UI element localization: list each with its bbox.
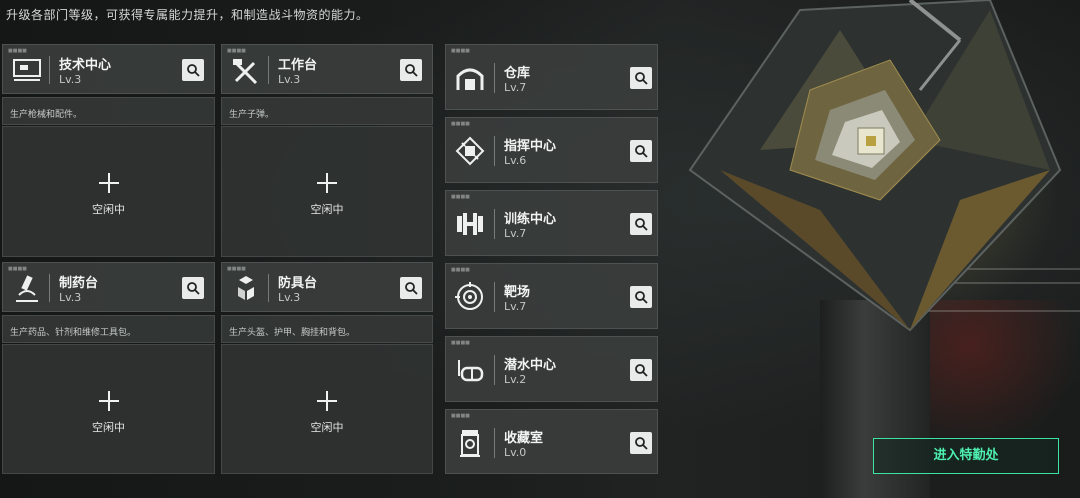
tools-icon [233, 59, 258, 85]
slot-status: 空闲中 [310, 203, 344, 216]
warehouse-icon [456, 68, 484, 90]
facility-name: 潜水中心 [504, 358, 557, 373]
corner-tag: ■■■■ [8, 266, 27, 272]
boxes-icon [238, 276, 254, 300]
corner-tag: ■■■■ [451, 413, 470, 419]
search-icon[interactable] [630, 359, 652, 381]
facility-card-warehouse[interactable]: ■■■■ 仓库 Lv.7 [445, 44, 658, 110]
facility-name: 训练中心 [504, 212, 557, 227]
workshop-level: Lv.3 [59, 73, 82, 86]
facility-level: Lv.7 [504, 81, 527, 94]
workshop-card-pharmacy[interactable]: ■■■■ 制药台 Lv.3 [2, 262, 215, 312]
facility-card-shooting-range[interactable]: ■■■■ 靶场 Lv.7 [445, 263, 658, 329]
search-icon[interactable] [400, 59, 422, 81]
production-slot[interactable]: 空闲中 [2, 344, 215, 474]
corner-tag: ■■■■ [451, 121, 470, 127]
plus-icon [317, 173, 337, 193]
facility-card-command-center[interactable]: ■■■■ 指挥中心 Lv.6 [445, 117, 658, 183]
search-icon[interactable] [630, 432, 652, 454]
facility-level: Lv.0 [504, 446, 527, 459]
facility-level: Lv.6 [504, 154, 527, 167]
search-icon[interactable] [630, 140, 652, 162]
workshop-description: 生产药品、针剂和维修工具包。 [2, 315, 215, 343]
collection-icon [460, 430, 480, 457]
cube-artwork [688, 0, 1062, 332]
corner-tag: ■■■■ [227, 48, 246, 54]
corner-tag: ■■■■ [451, 267, 470, 273]
plus-icon [98, 391, 119, 411]
facility-level: Lv.2 [504, 373, 527, 386]
corner-tag: ■■■■ [227, 266, 246, 272]
workshop-card-workbench[interactable]: ■■■■ 工作台 Lv.3 [221, 44, 433, 94]
search-icon[interactable] [182, 59, 204, 81]
microscope-icon [16, 275, 38, 302]
facility-name: 仓库 [504, 66, 531, 81]
corner-tag: ■■■■ [451, 194, 470, 200]
dumbbell-icon [457, 213, 483, 235]
facility-card-diving-center[interactable]: ■■■■ 潜水中心 Lv.2 [445, 336, 658, 402]
plus-icon [98, 173, 119, 193]
corner-tag: ■■■■ [451, 340, 470, 346]
facility-level: Lv.7 [504, 300, 527, 313]
search-icon[interactable] [182, 277, 204, 299]
facility-name: 收藏室 [504, 431, 544, 446]
diving-mask-icon [458, 360, 484, 382]
workshop-name: 防具台 [278, 276, 318, 291]
workshop-card-tech-center[interactable]: ■■■■ 技术中心 Lv.3 [2, 44, 215, 94]
workshop-name: 制药台 [59, 276, 99, 291]
workshop-description: 生产头盔、护甲、胸挂和背包。 [221, 315, 433, 343]
search-icon[interactable] [630, 286, 652, 308]
facility-level: Lv.7 [504, 227, 527, 240]
corner-tag: ■■■■ [8, 48, 27, 54]
workshop-name: 工作台 [278, 58, 318, 73]
workshop-level: Lv.3 [278, 291, 301, 304]
intro-text: 升级各部门等级，可获得专属能力提升，和制造战斗物资的能力。 [6, 8, 369, 22]
target-icon [455, 282, 483, 310]
facility-card-collection-room[interactable]: ■■■■ 收藏室 Lv.0 [445, 409, 658, 474]
search-icon[interactable] [400, 277, 422, 299]
facility-card-training-center[interactable]: ■■■■ 训练中心 Lv.7 [445, 190, 658, 256]
slot-status: 空闲中 [92, 421, 125, 434]
workshop-description: 生产枪械和配件。 [2, 97, 215, 125]
workshop-level: Lv.3 [278, 73, 301, 86]
search-icon[interactable] [630, 67, 652, 89]
production-slot[interactable]: 空闲中 [221, 126, 433, 257]
slot-status: 空闲中 [92, 203, 125, 216]
plus-icon [317, 391, 337, 411]
workshop-description: 生产子弹。 [221, 97, 433, 125]
facility-name: 指挥中心 [504, 139, 557, 154]
workshop-level: Lv.3 [59, 291, 82, 304]
background-scene [660, 0, 1080, 498]
chip-icon [455, 136, 485, 166]
monitor-icon [13, 59, 41, 81]
workshop-name: 技术中心 [59, 58, 112, 73]
search-icon[interactable] [630, 213, 652, 235]
production-slot[interactable]: 空闲中 [221, 344, 433, 474]
corner-tag: ■■■■ [451, 48, 470, 54]
production-slot[interactable]: 空闲中 [2, 126, 215, 257]
enter-special-ops-button[interactable]: 进入特勤处 [873, 438, 1059, 474]
facility-name: 靶场 [504, 285, 531, 300]
slot-status: 空闲中 [310, 421, 344, 434]
workshop-card-armor[interactable]: ■■■■ 防具台 Lv.3 [221, 262, 433, 312]
